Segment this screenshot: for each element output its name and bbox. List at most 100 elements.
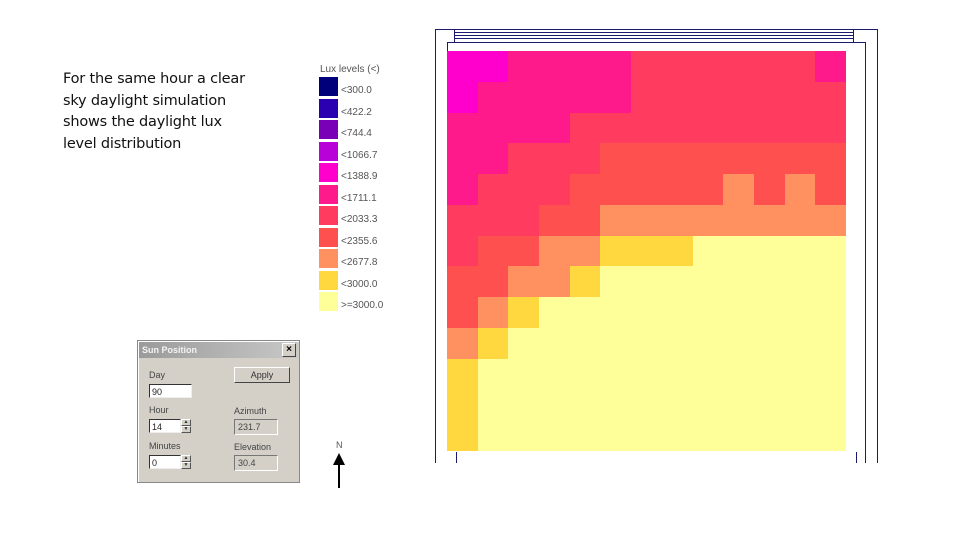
- lux-cell: [447, 51, 478, 82]
- azimuth-value: 231.7: [234, 419, 278, 435]
- legend-item: <2033.3: [319, 206, 409, 226]
- legend-label: >=3000.0: [341, 300, 384, 311]
- lux-cell: [600, 359, 631, 389]
- lux-cell: [754, 328, 785, 359]
- hour-spinner[interactable]: ▲ ▼: [181, 419, 191, 433]
- minutes-input[interactable]: 0: [149, 455, 181, 469]
- lux-cell: [600, 51, 631, 82]
- lux-cell: [815, 328, 846, 359]
- lux-cell: [723, 297, 754, 328]
- lux-cell: [754, 174, 785, 205]
- lux-cell: [754, 236, 785, 266]
- lux-cell: [478, 266, 508, 297]
- lux-cell: [600, 113, 631, 143]
- lux-cell: [570, 113, 600, 143]
- lux-cell: [447, 205, 478, 236]
- dialog-titlebar[interactable]: Sun Position ×: [139, 342, 298, 358]
- spin-up-button[interactable]: ▲: [181, 455, 191, 462]
- arrow-shaft: [338, 464, 340, 488]
- legend-label: <300.0: [341, 85, 372, 96]
- lux-cell: [754, 51, 785, 82]
- lux-cell: [508, 143, 539, 174]
- close-icon: ×: [286, 344, 292, 355]
- lux-cell: [693, 236, 723, 266]
- lux-cell: [447, 113, 478, 143]
- window-line: [454, 32, 853, 33]
- minutes-spinner[interactable]: ▲ ▼: [181, 455, 191, 469]
- lux-cell: [600, 420, 631, 451]
- minutes-label: Minutes: [149, 441, 181, 451]
- wall-line: [877, 29, 878, 463]
- close-button[interactable]: ×: [282, 343, 296, 357]
- legend-label: <744.4: [341, 128, 372, 139]
- lux-cell: [662, 113, 693, 143]
- lux-cell: [785, 82, 815, 113]
- legend-item: <2355.6: [319, 227, 409, 248]
- lux-cell: [723, 113, 754, 143]
- lux-cell: [570, 359, 600, 389]
- lux-cell: [631, 51, 662, 82]
- lux-cell: [539, 174, 570, 205]
- lux-cell: [631, 389, 662, 420]
- lux-cell: [693, 420, 723, 451]
- lux-cell: [631, 420, 662, 451]
- lux-cell: [662, 297, 693, 328]
- lux-cell: [600, 266, 631, 297]
- lux-cell: [570, 297, 600, 328]
- lux-cell: [754, 143, 785, 174]
- slide-caption: For the same hour a clear sky daylight s…: [63, 69, 273, 155]
- lux-cell: [478, 82, 508, 113]
- north-arrow: N: [331, 440, 347, 490]
- lux-cell: [723, 236, 754, 266]
- lux-cell: [447, 174, 478, 205]
- lux-cell: [508, 51, 539, 82]
- legend-swatch: [319, 98, 338, 118]
- lux-cell: [631, 266, 662, 297]
- lux-cell: [693, 82, 723, 113]
- lux-cell: [447, 389, 478, 420]
- lux-cell: [693, 266, 723, 297]
- spin-down-button[interactable]: ▼: [181, 426, 191, 433]
- hour-input[interactable]: 14: [149, 419, 181, 433]
- lux-cell: [693, 205, 723, 236]
- legend-label: <1388.9: [341, 171, 378, 182]
- spin-up-button[interactable]: ▲: [181, 419, 191, 426]
- lux-cell: [447, 143, 478, 174]
- lux-cell: [478, 328, 508, 359]
- lux-cell: [815, 51, 846, 82]
- lux-cell: [785, 174, 815, 205]
- wall-line: [435, 29, 436, 463]
- lux-cell: [478, 236, 508, 266]
- legend-item: <1711.1: [319, 184, 409, 205]
- legend-swatch: [319, 206, 338, 225]
- lux-cell: [570, 82, 600, 113]
- lux-cell: [662, 328, 693, 359]
- lux-cell: [570, 328, 600, 359]
- legend-label: <2033.3: [341, 214, 378, 225]
- lux-cell: [662, 236, 693, 266]
- lux-cell: [631, 236, 662, 266]
- lux-cell: [662, 359, 693, 389]
- hour-label: Hour: [149, 405, 169, 415]
- lux-cell: [508, 174, 539, 205]
- apply-button[interactable]: Apply: [234, 367, 290, 383]
- lux-cell: [447, 328, 478, 359]
- lux-cell: [570, 389, 600, 420]
- lux-cell: [723, 143, 754, 174]
- day-input[interactable]: 90: [149, 384, 192, 398]
- lux-cell: [785, 420, 815, 451]
- lux-cell: [815, 266, 846, 297]
- lux-cell: [815, 420, 846, 451]
- lux-cell: [754, 205, 785, 236]
- elevation-label: Elevation: [234, 442, 272, 452]
- day-label: Day: [149, 370, 166, 380]
- wall-line: [865, 42, 866, 463]
- lux-cell: [478, 143, 508, 174]
- lux-cell: [754, 113, 785, 143]
- lux-cell: [600, 205, 631, 236]
- lux-cell: [447, 266, 478, 297]
- lux-cell: [693, 51, 723, 82]
- sun-position-dialog: Sun Position × Day 90 Apply Hour 14 ▲ ▼ …: [137, 340, 300, 483]
- legend-swatch: [319, 141, 338, 161]
- spin-down-button[interactable]: ▼: [181, 462, 191, 469]
